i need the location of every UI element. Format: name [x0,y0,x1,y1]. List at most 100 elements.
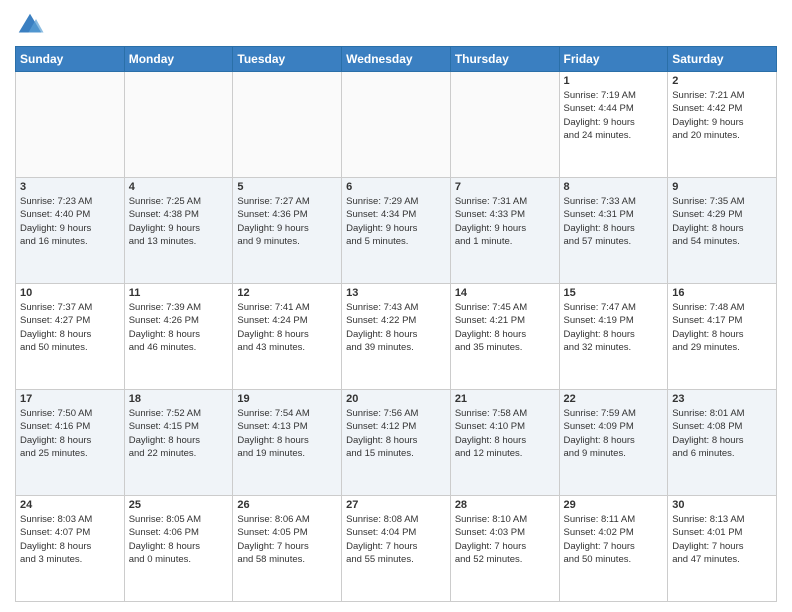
day-info: Sunrise: 7:54 AM Sunset: 4:13 PM Dayligh… [237,407,337,460]
calendar-cell: 24 Sunrise: 8:03 AM Sunset: 4:07 PM Dayli… [16,496,125,602]
calendar-cell: 28 Sunrise: 8:10 AM Sunset: 4:03 PM Dayli… [450,496,559,602]
calendar-week-row: 10 Sunrise: 7:37 AM Sunset: 4:27 PM Dayli… [16,284,777,390]
day-info: Sunrise: 8:03 AM Sunset: 4:07 PM Dayligh… [20,513,120,566]
calendar-cell: 14 Sunrise: 7:45 AM Sunset: 4:21 PM Dayli… [450,284,559,390]
day-number: 2 [672,75,772,87]
calendar-cell: 21 Sunrise: 7:58 AM Sunset: 4:10 PM Dayli… [450,390,559,496]
calendar-cell: 23 Sunrise: 8:01 AM Sunset: 4:08 PM Dayli… [668,390,777,496]
calendar-cell: 17 Sunrise: 7:50 AM Sunset: 4:16 PM Dayli… [16,390,125,496]
day-number: 8 [564,181,664,193]
day-number: 4 [129,181,229,193]
calendar-cell: 13Sunrise: 7:43 AM Sunset: 4:22 PM Dayli… [342,284,451,390]
calendar-cell: 20Sunrise: 7:56 AM Sunset: 4:12 PM Dayli… [342,390,451,496]
day-number: 1 [564,75,664,87]
day-info: Sunrise: 7:45 AM Sunset: 4:21 PM Dayligh… [455,301,555,354]
calendar-cell: 12 Sunrise: 7:41 AM Sunset: 4:24 PM Dayli… [233,284,342,390]
weekday-header: Saturday [668,47,777,72]
day-info: Sunrise: 7:23 AM Sunset: 4:40 PM Dayligh… [20,195,120,248]
day-info: Sunrise: 7:21 AM Sunset: 4:42 PM Dayligh… [672,89,772,142]
day-info: Sunrise: 8:01 AM Sunset: 4:08 PM Dayligh… [672,407,772,460]
day-info: Sunrise: 7:25 AM Sunset: 4:38 PM Dayligh… [129,195,229,248]
day-number: 24 [20,499,120,511]
day-number: 17 [20,393,120,405]
weekday-header: Monday [124,47,233,72]
day-info: Sunrise: 8:05 AM Sunset: 4:06 PM Dayligh… [129,513,229,566]
day-number: 13 [346,287,446,299]
calendar-cell: 16Sunrise: 7:48 AM Sunset: 4:17 PM Dayli… [668,284,777,390]
calendar-cell [124,72,233,178]
calendar-cell [233,72,342,178]
day-number: 15 [564,287,664,299]
day-number: 14 [455,287,555,299]
day-info: Sunrise: 7:50 AM Sunset: 4:16 PM Dayligh… [20,407,120,460]
day-number: 11 [129,287,229,299]
day-number: 25 [129,499,229,511]
day-number: 5 [237,181,337,193]
day-number: 21 [455,393,555,405]
day-info: Sunrise: 7:37 AM Sunset: 4:27 PM Dayligh… [20,301,120,354]
calendar-cell: 29Sunrise: 8:11 AM Sunset: 4:02 PM Dayli… [559,496,668,602]
day-info: Sunrise: 7:31 AM Sunset: 4:33 PM Dayligh… [455,195,555,248]
day-info: Sunrise: 8:08 AM Sunset: 4:04 PM Dayligh… [346,513,446,566]
day-info: Sunrise: 8:10 AM Sunset: 4:03 PM Dayligh… [455,513,555,566]
calendar-cell: 4 Sunrise: 7:25 AM Sunset: 4:38 PM Daylig… [124,178,233,284]
weekday-header: Friday [559,47,668,72]
day-info: Sunrise: 7:58 AM Sunset: 4:10 PM Dayligh… [455,407,555,460]
day-info: Sunrise: 7:29 AM Sunset: 4:34 PM Dayligh… [346,195,446,248]
day-info: Sunrise: 7:47 AM Sunset: 4:19 PM Dayligh… [564,301,664,354]
calendar-cell: 25 Sunrise: 8:05 AM Sunset: 4:06 PM Dayli… [124,496,233,602]
header [15,10,777,40]
calendar-cell: 9 Sunrise: 7:35 AM Sunset: 4:29 PM Daylig… [668,178,777,284]
calendar-cell: 3 Sunrise: 7:23 AM Sunset: 4:40 PM Daylig… [16,178,125,284]
calendar-week-row: 1 Sunrise: 7:19 AM Sunset: 4:44 PM Daylig… [16,72,777,178]
day-info: Sunrise: 7:27 AM Sunset: 4:36 PM Dayligh… [237,195,337,248]
day-number: 29 [564,499,664,511]
day-number: 12 [237,287,337,299]
calendar-cell: 19 Sunrise: 7:54 AM Sunset: 4:13 PM Dayli… [233,390,342,496]
calendar-cell: 15 Sunrise: 7:47 AM Sunset: 4:19 PM Dayli… [559,284,668,390]
logo [15,10,49,40]
weekday-header: Wednesday [342,47,451,72]
day-number: 3 [20,181,120,193]
day-number: 16 [672,287,772,299]
calendar-week-row: 3 Sunrise: 7:23 AM Sunset: 4:40 PM Daylig… [16,178,777,284]
day-number: 28 [455,499,555,511]
weekday-header: Tuesday [233,47,342,72]
day-number: 7 [455,181,555,193]
calendar-cell: 18 Sunrise: 7:52 AM Sunset: 4:15 PM Dayli… [124,390,233,496]
day-info: Sunrise: 7:52 AM Sunset: 4:15 PM Dayligh… [129,407,229,460]
calendar-header-row: SundayMondayTuesdayWednesdayThursdayFrid… [16,47,777,72]
day-info: Sunrise: 8:13 AM Sunset: 4:01 PM Dayligh… [672,513,772,566]
calendar-week-row: 17 Sunrise: 7:50 AM Sunset: 4:16 PM Dayli… [16,390,777,496]
day-info: Sunrise: 7:35 AM Sunset: 4:29 PM Dayligh… [672,195,772,248]
calendar-cell: 6 Sunrise: 7:29 AM Sunset: 4:34 PM Daylig… [342,178,451,284]
day-number: 18 [129,393,229,405]
day-number: 6 [346,181,446,193]
page: SundayMondayTuesdayWednesdayThursdayFrid… [0,0,792,612]
day-info: Sunrise: 7:19 AM Sunset: 4:44 PM Dayligh… [564,89,664,142]
day-info: Sunrise: 7:39 AM Sunset: 4:26 PM Dayligh… [129,301,229,354]
calendar-cell: 8 Sunrise: 7:33 AM Sunset: 4:31 PM Daylig… [559,178,668,284]
day-number: 30 [672,499,772,511]
day-number: 19 [237,393,337,405]
calendar-cell: 26 Sunrise: 8:06 AM Sunset: 4:05 PM Dayli… [233,496,342,602]
day-info: Sunrise: 8:06 AM Sunset: 4:05 PM Dayligh… [237,513,337,566]
calendar-cell [450,72,559,178]
day-info: Sunrise: 7:56 AM Sunset: 4:12 PM Dayligh… [346,407,446,460]
calendar-cell: 7 Sunrise: 7:31 AM Sunset: 4:33 PM Daylig… [450,178,559,284]
calendar-cell: 5 Sunrise: 7:27 AM Sunset: 4:36 PM Daylig… [233,178,342,284]
calendar-cell: 2 Sunrise: 7:21 AM Sunset: 4:42 PM Daylig… [668,72,777,178]
calendar-cell [342,72,451,178]
day-number: 23 [672,393,772,405]
day-info: Sunrise: 7:33 AM Sunset: 4:31 PM Dayligh… [564,195,664,248]
day-number: 22 [564,393,664,405]
calendar-cell [16,72,125,178]
weekday-header: Thursday [450,47,559,72]
day-number: 26 [237,499,337,511]
day-number: 27 [346,499,446,511]
day-number: 9 [672,181,772,193]
day-info: Sunrise: 7:41 AM Sunset: 4:24 PM Dayligh… [237,301,337,354]
day-number: 10 [20,287,120,299]
calendar-cell: 1 Sunrise: 7:19 AM Sunset: 4:44 PM Daylig… [559,72,668,178]
calendar-cell: 30 Sunrise: 8:13 AM Sunset: 4:01 PM Dayli… [668,496,777,602]
